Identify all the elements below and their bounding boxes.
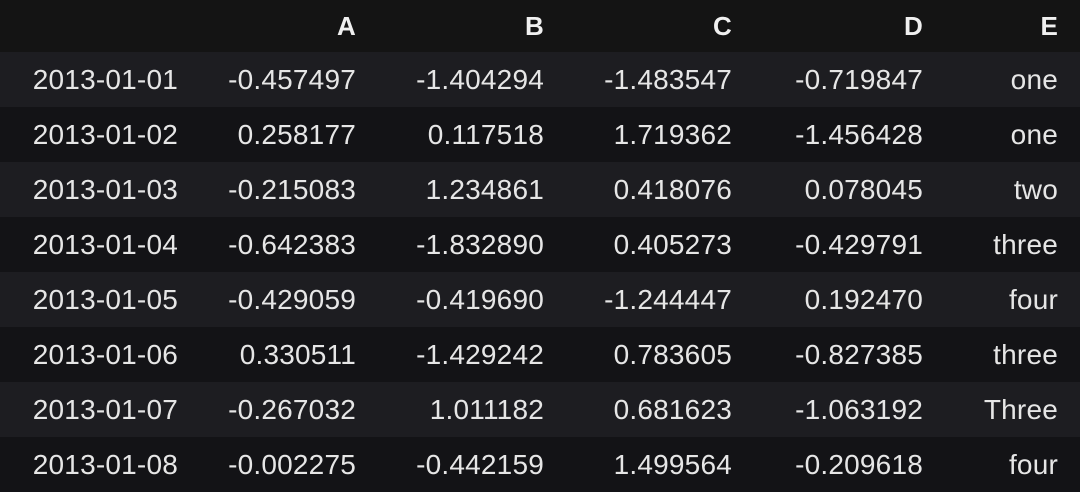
table-row: 2013-01-01 -0.457497 -1.404294 -1.483547… bbox=[0, 52, 1080, 107]
column-header-d: D bbox=[904, 10, 923, 41]
row-index: 2013-01-06 bbox=[32, 338, 178, 370]
row-index: 2013-01-05 bbox=[32, 283, 178, 315]
dataframe-output: A B C D E 2013-01-01 -0.457497 -1.404294… bbox=[0, 0, 1080, 492]
cell-a: 0.258177 bbox=[237, 118, 356, 150]
column-header-a: A bbox=[337, 10, 356, 41]
cell-e: three bbox=[993, 338, 1058, 370]
cell-b: -1.832890 bbox=[416, 228, 544, 260]
cell-c: -1.483547 bbox=[604, 63, 732, 95]
column-header-b: B bbox=[525, 10, 544, 41]
table-header: A B C D E bbox=[0, 0, 1080, 52]
cell-d: 0.078045 bbox=[804, 173, 923, 205]
cell-e: three bbox=[993, 228, 1058, 260]
cell-d: -1.063192 bbox=[795, 393, 923, 425]
table-row: 2013-01-03 -0.215083 1.234861 0.418076 0… bbox=[0, 162, 1080, 217]
table-row: 2013-01-04 -0.642383 -1.832890 0.405273 … bbox=[0, 217, 1080, 272]
cell-c: 0.405273 bbox=[613, 228, 732, 260]
cell-e: two bbox=[1013, 173, 1058, 205]
table-row: 2013-01-06 0.330511 -1.429242 0.783605 -… bbox=[0, 327, 1080, 382]
cell-d: -1.456428 bbox=[795, 118, 923, 150]
cell-c: 0.783605 bbox=[613, 338, 732, 370]
table-body: 2013-01-01 -0.457497 -1.404294 -1.483547… bbox=[0, 52, 1080, 492]
cell-a: -0.642383 bbox=[228, 228, 356, 260]
cell-b: 1.011182 bbox=[429, 393, 544, 425]
cell-b: -0.442159 bbox=[416, 448, 544, 480]
cell-c: 1.719362 bbox=[613, 118, 732, 150]
cell-b: -1.429242 bbox=[416, 338, 544, 370]
table-row: 2013-01-05 -0.429059 -0.419690 -1.244447… bbox=[0, 272, 1080, 327]
cell-e: one bbox=[1010, 63, 1058, 95]
row-index: 2013-01-04 bbox=[32, 228, 178, 260]
dataframe-table: A B C D E 2013-01-01 -0.457497 -1.404294… bbox=[0, 0, 1080, 492]
cell-b: -0.419690 bbox=[416, 283, 544, 315]
cell-a: -0.267032 bbox=[228, 393, 356, 425]
table-row: 2013-01-07 -0.267032 1.011182 0.681623 -… bbox=[0, 382, 1080, 437]
cell-b: 1.234861 bbox=[425, 173, 544, 205]
cell-a: -0.429059 bbox=[228, 283, 356, 315]
cell-c: 0.681623 bbox=[613, 393, 732, 425]
cell-e: one bbox=[1010, 118, 1058, 150]
row-index: 2013-01-07 bbox=[32, 393, 178, 425]
cell-d: -0.719847 bbox=[795, 63, 923, 95]
cell-a: 0.330511 bbox=[239, 338, 356, 370]
cell-c: 1.499564 bbox=[613, 448, 732, 480]
cell-a: -0.215083 bbox=[228, 173, 356, 205]
row-index: 2013-01-02 bbox=[32, 118, 178, 150]
cell-c: 0.418076 bbox=[613, 173, 732, 205]
cell-d: -0.827385 bbox=[795, 338, 923, 370]
cell-d: -0.429791 bbox=[795, 228, 923, 260]
cell-a: -0.002275 bbox=[228, 448, 356, 480]
cell-e: four bbox=[1008, 283, 1058, 315]
cell-c: -1.244447 bbox=[604, 283, 732, 315]
row-index: 2013-01-01 bbox=[32, 63, 178, 95]
column-header-e: E bbox=[1040, 10, 1058, 41]
cell-b: -1.404294 bbox=[416, 63, 544, 95]
cell-e: Three bbox=[983, 393, 1058, 425]
row-index: 2013-01-08 bbox=[32, 448, 178, 480]
cell-d: 0.192470 bbox=[804, 283, 923, 315]
row-index: 2013-01-03 bbox=[32, 173, 178, 205]
table-row: 2013-01-02 0.258177 0.117518 1.719362 -1… bbox=[0, 107, 1080, 162]
header-row: A B C D E bbox=[0, 0, 1080, 52]
cell-b: 0.117518 bbox=[427, 118, 544, 150]
index-header bbox=[0, 0, 192, 52]
table-row: 2013-01-08 -0.002275 -0.442159 1.499564 … bbox=[0, 437, 1080, 492]
cell-e: four bbox=[1008, 448, 1058, 480]
column-header-c: C bbox=[713, 10, 732, 41]
cell-d: -0.209618 bbox=[795, 448, 923, 480]
cell-a: -0.457497 bbox=[228, 63, 356, 95]
